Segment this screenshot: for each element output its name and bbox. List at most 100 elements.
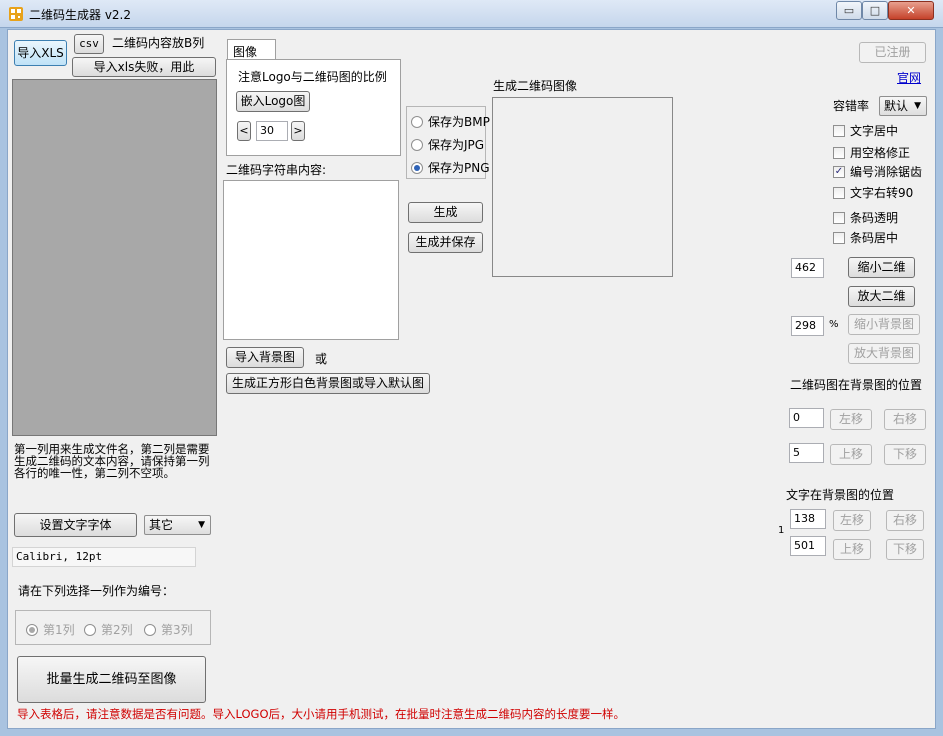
small-indicator: 1 <box>778 525 785 536</box>
csv-button[interactable]: csv <box>74 34 104 54</box>
radio-dot <box>411 138 423 151</box>
radio-dot <box>26 623 38 636</box>
text-position-label: 文字在背景图的位置 <box>786 488 895 502</box>
radio-label: 保存为BMP <box>428 115 490 129</box>
qr-move-right-button[interactable]: 右移 <box>884 409 926 430</box>
checkbox-antialias[interactable]: ✓ 编号消除锯齿 <box>833 163 922 180</box>
radio-label: 第2列 <box>101 623 133 637</box>
content-column-note: 二维码内容放B列 <box>112 36 205 50</box>
radio-dot <box>144 623 156 636</box>
increase-logo-button[interactable]: > <box>291 121 305 141</box>
checkbox-label: 条码透明 <box>850 211 899 225</box>
shrink-qr-button[interactable]: 缩小二维 <box>848 257 915 278</box>
radio-dot <box>84 623 96 636</box>
or-label: 或 <box>315 352 328 366</box>
checkbox-box <box>833 146 845 159</box>
tolerance-select-value: 默认 <box>884 99 909 113</box>
embed-logo-button[interactable]: 嵌入Logo图 <box>236 91 310 112</box>
text-y-input[interactable]: 501 <box>790 536 826 556</box>
import-fail-button[interactable]: 导入xls失败，用此 <box>72 57 216 77</box>
checkbox-center-text[interactable]: 文字居中 <box>833 122 898 139</box>
text-x-input[interactable]: 138 <box>790 509 826 529</box>
save-png-radio[interactable]: 保存为PNG <box>411 159 490 176</box>
checkbox-barcode-center[interactable]: 条码居中 <box>833 229 898 246</box>
tolerance-label: 容错率 <box>833 99 870 113</box>
footer-warning: 导入表格后，请注意数据是否有问题。导入LOGO后，大小请用手机测试，在批量时注意… <box>17 707 626 721</box>
set-font-button[interactable]: 设置文字字体 <box>14 513 137 537</box>
font-select-value: 其它 <box>149 518 174 532</box>
text-move-right-button[interactable]: 右移 <box>886 510 924 531</box>
qr-move-left-button[interactable]: 左移 <box>830 409 872 430</box>
maximize-button[interactable]: □ <box>862 1 888 20</box>
official-site-link[interactable]: 官网 <box>897 69 921 86</box>
qr-size-input[interactable]: 462 <box>791 258 824 278</box>
tab-image[interactable]: 图像 <box>227 39 276 61</box>
font-select[interactable]: 其它 ▼ <box>144 515 211 535</box>
checkbox-label: 文字居中 <box>850 124 899 138</box>
content-textarea[interactable] <box>223 180 399 340</box>
data-grid[interactable] <box>12 79 217 436</box>
radio-dot <box>411 115 423 128</box>
checkbox-space-fix[interactable]: 用空格修正 <box>833 144 910 161</box>
radio-label: 第1列 <box>43 623 75 637</box>
qr-preview-area <box>492 97 673 277</box>
column-3-radio[interactable]: 第3列 <box>144 621 193 638</box>
shrink-bg-button[interactable]: 缩小背景图 <box>848 314 920 335</box>
column-2-radio[interactable]: 第2列 <box>84 621 133 638</box>
column-1-radio[interactable]: 第1列 <box>26 621 75 638</box>
qr-y-input[interactable]: 5 <box>789 443 824 463</box>
decrease-logo-button[interactable]: < <box>237 121 251 141</box>
enlarge-bg-button[interactable]: 放大背景图 <box>848 343 920 364</box>
percent-sign: % <box>829 319 839 330</box>
text-move-up-button[interactable]: 上移 <box>833 539 871 560</box>
content-label: 二维码字符串内容: <box>226 163 327 177</box>
generate-save-button[interactable]: 生成并保存 <box>408 232 483 253</box>
text-move-left-button[interactable]: 左移 <box>833 510 871 531</box>
checkbox-box <box>833 211 845 224</box>
description-text: 第一列用来生成文件名，第二列是需要生成二维码的文本内容，请保持第一列各行的唯一性… <box>14 442 210 480</box>
radio-label: 保存为PNG <box>428 161 490 175</box>
qr-preview-label: 生成二维码图像 <box>493 79 578 93</box>
checkmark-icon: ✓ <box>833 165 845 178</box>
enlarge-qr-button[interactable]: 放大二维 <box>848 286 915 307</box>
checkbox-label: 用空格修正 <box>850 146 911 160</box>
checkbox-label: 文字右转90 <box>850 186 914 200</box>
checkbox-barcode-transparent[interactable]: 条码透明 <box>833 209 898 226</box>
bg-percent-input[interactable]: 298 <box>791 316 824 336</box>
checkbox-label: 编号消除锯齿 <box>850 165 923 179</box>
save-bmp-radio[interactable]: 保存为BMP <box>411 113 490 130</box>
checkbox-box <box>833 231 845 244</box>
checkbox-rotate-text[interactable]: 文字右转90 <box>833 184 913 201</box>
column-group: 第1列 第2列 第3列 <box>15 610 211 645</box>
save-jpg-radio[interactable]: 保存为JPG <box>411 136 484 153</box>
font-value-display: Calibri, 12pt <box>12 547 196 567</box>
save-format-group: 保存为BMP 保存为JPG 保存为PNG <box>406 106 490 179</box>
qr-move-up-button[interactable]: 上移 <box>830 444 872 465</box>
radio-label: 第3列 <box>161 623 193 637</box>
import-xls-button[interactable]: 导入XLS <box>14 40 67 66</box>
title-bar: 二维码生成器 v2.2 ▭ □ ✕ <box>0 0 943 28</box>
image-tab-panel: 注意Logo与二维码图的比例 嵌入Logo图 < 30 > <box>226 59 401 156</box>
checkbox-box <box>833 186 845 199</box>
close-button[interactable]: ✕ <box>888 1 934 20</box>
generate-button[interactable]: 生成 <box>408 202 483 223</box>
chevron-down-icon: ▼ <box>198 520 205 530</box>
radio-label: 保存为JPG <box>428 138 485 152</box>
radio-dot <box>411 161 423 174</box>
batch-generate-button[interactable]: 批量生成二维码至图像 <box>17 656 206 703</box>
qr-x-input[interactable]: 0 <box>789 408 824 428</box>
logo-note: 注意Logo与二维码图的比例 <box>238 70 387 84</box>
import-bg-button[interactable]: 导入背景图 <box>226 347 304 368</box>
registered-button[interactable]: 已注册 <box>859 42 926 63</box>
gen-white-bg-button[interactable]: 生成正方形白色背景图或导入默认图 <box>226 373 430 394</box>
qr-move-down-button[interactable]: 下移 <box>884 444 926 465</box>
tab-image-label: 图像 <box>233 45 258 59</box>
app-icon <box>9 7 23 21</box>
text-move-down-button[interactable]: 下移 <box>886 539 924 560</box>
checkbox-box <box>833 124 845 137</box>
tolerance-select[interactable]: 默认 ▼ <box>879 96 927 116</box>
chevron-down-icon: ▼ <box>914 101 921 111</box>
logo-ratio-input[interactable]: 30 <box>256 121 288 141</box>
minimize-button[interactable]: ▭ <box>836 1 862 20</box>
window-title: 二维码生成器 v2.2 <box>29 8 132 22</box>
